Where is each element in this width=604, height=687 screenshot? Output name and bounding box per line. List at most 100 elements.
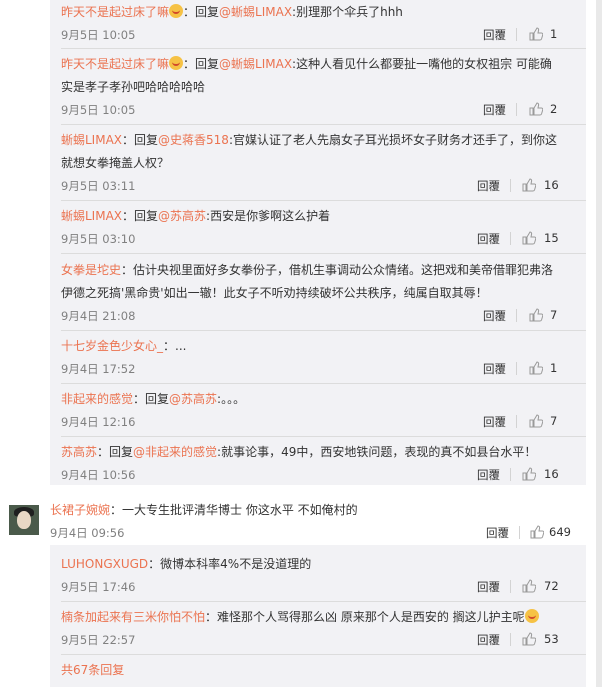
thumbs-up-icon[interactable] (529, 308, 543, 322)
comment-text: 非起来的感觉：回复@苏高苏:。。。 (61, 392, 246, 406)
username-link[interactable]: 蜥蜴LIMAX (61, 209, 122, 223)
like-count: 15 (544, 231, 559, 245)
username-link[interactable]: 长裙子婉婉 (50, 503, 110, 517)
avatar-image-face (17, 511, 31, 529)
like-count: 2 (550, 102, 558, 116)
comment-text: 十七岁金色少女心_：... (61, 339, 187, 353)
username-link[interactable]: LUHONGXUGD (61, 557, 148, 571)
comment-text-line2: 就想女拳掩盖人权？ (61, 156, 170, 170)
thumbs-up-icon[interactable] (522, 178, 536, 192)
like-count: 16 (544, 178, 559, 192)
like-count: 16 (544, 467, 559, 481)
comment-divider (61, 124, 586, 125)
mention-link[interactable]: @非起来的感觉 (133, 445, 217, 459)
divider (510, 633, 511, 646)
thumbs-up-icon[interactable] (522, 231, 536, 245)
divider (516, 309, 517, 322)
comment-text: 苏高苏：回复@非起来的感觉:就事论事，49中，西安地铁问题，表现的真不如县台水平… (61, 445, 537, 459)
reply-button[interactable]: 回覆 (477, 579, 500, 595)
mention-link[interactable]: @蜥蜴LIMAX (219, 5, 292, 19)
comment-divider (61, 48, 586, 49)
comment-divider (61, 200, 586, 201)
thumbs-up-icon[interactable] (522, 579, 536, 593)
comment-thread: 昨天不是起过床了嘛 ：回复@蜥蜴LIMAX:别理那个伞兵了hhh 9月5日 10:… (0, 0, 604, 687)
comment-text: 昨天不是起过床了嘛 ：回复@蜥蜴LIMAX:别理那个伞兵了hhh (61, 4, 403, 19)
divider (516, 103, 517, 116)
username-link[interactable]: 昨天不是起过床了嘛 (61, 57, 169, 71)
main-comment-text: 长裙子婉婉：一大专生批评清华博士 你这水平 不如俺村的 (50, 503, 358, 517)
reply-button[interactable]: 回覆 (477, 632, 500, 648)
comment-text-line2: 伊德之死搞'黑命贵'如出一辙！此女子不听劝持续破坏公共秩序，纯属自取其辱！ (61, 286, 488, 300)
reply-button[interactable]: 回覆 (486, 525, 509, 541)
thumbs-up-icon[interactable] (530, 525, 544, 539)
divider (510, 179, 511, 192)
more-replies-link[interactable]: 共67条回复 (61, 661, 124, 679)
comment-text: 女拳是坨史：估计央视里面好多女拳份子，借机生事调动公众情绪。这把戏和美帝借罪犯弗… (61, 263, 554, 277)
like-count: 649 (549, 525, 571, 539)
username-link[interactable]: 楠条加起来有三米你怕不怕 (61, 610, 205, 624)
comment-text: 蜥蜴LIMAX：回复@苏高苏:西安是你爹啊这么护着 (61, 209, 331, 223)
reply-button[interactable]: 回覆 (483, 414, 506, 430)
divider (510, 468, 511, 481)
reply-button[interactable]: 回覆 (483, 308, 506, 324)
like-count: 1 (550, 27, 558, 41)
comment-divider (61, 436, 586, 437)
thumbs-up-icon[interactable] (529, 361, 543, 375)
like-count: 72 (544, 579, 559, 593)
divider (510, 232, 511, 245)
reply-button[interactable]: 回覆 (483, 361, 506, 377)
username-link[interactable]: 十七岁金色少女心_ (61, 339, 163, 353)
divider (519, 526, 520, 539)
comment-date: 9月5日 17:46 (61, 580, 136, 594)
comment-date: 9月5日 03:10 (61, 232, 136, 246)
thumbs-up-icon[interactable] (529, 102, 543, 116)
mention-link[interactable]: @苏高苏 (169, 392, 217, 406)
mention-link[interactable]: @蜥蜴LIMAX (219, 57, 292, 71)
comment-date: 9月5日 10:05 (61, 28, 136, 42)
reply-button[interactable]: 回覆 (477, 231, 500, 247)
mention-link[interactable]: @史蒋香518 (158, 133, 229, 147)
avatar[interactable] (9, 505, 39, 535)
thumbs-up-icon[interactable] (529, 414, 543, 428)
comment-date: 9月4日 10:56 (61, 468, 136, 482)
username-link[interactable]: 昨天不是起过床了嘛 (61, 5, 169, 19)
comment-date: 9月4日 21:08 (61, 309, 136, 323)
divider (510, 580, 511, 593)
comment-divider (61, 253, 586, 254)
comment-date: 9月4日 17:52 (61, 362, 136, 376)
laughing-emoji-icon (169, 56, 184, 70)
comment-divider (61, 654, 586, 655)
like-count: 7 (550, 414, 558, 428)
comment-date: 9月5日 10:05 (61, 103, 136, 117)
comment-text: LUHONGXUGD：微博本科率4%不是没道理的 (61, 557, 312, 571)
thumbs-up-icon[interactable] (522, 467, 536, 481)
divider (516, 28, 517, 41)
divider (516, 362, 517, 375)
reply-button[interactable]: 回覆 (483, 27, 506, 43)
comment-date: 9月4日 09:56 (50, 526, 125, 540)
reply-button[interactable]: 回覆 (483, 102, 506, 118)
mention-link[interactable]: @苏高苏 (158, 209, 206, 223)
comment-date: 9月5日 22:57 (61, 633, 136, 647)
username-link[interactable]: 苏高苏 (61, 445, 97, 459)
laughing-emoji-icon (524, 609, 539, 623)
reply-button[interactable]: 回覆 (477, 467, 500, 483)
comment-divider (61, 601, 586, 602)
scrollbar-thumb[interactable] (596, 0, 602, 687)
divider (516, 415, 517, 428)
comment-divider (61, 383, 586, 384)
thumbs-up-icon[interactable] (529, 27, 543, 41)
comment-date: 9月5日 03:11 (61, 179, 136, 193)
comment-text: 楠条加起来有三米你怕不怕：难怪那个人骂得那么凶 原来那个人是西安的 搁这儿护主呢 (61, 608, 539, 626)
laughing-emoji-icon (169, 4, 184, 18)
username-link[interactable]: 非起来的感觉 (61, 392, 133, 406)
username-link[interactable]: 蜥蜴LIMAX (61, 133, 122, 147)
comment-date: 9月4日 12:16 (61, 415, 136, 429)
thumbs-up-icon[interactable] (522, 632, 536, 646)
like-count: 53 (544, 632, 559, 646)
like-count: 7 (550, 308, 558, 322)
like-count: 1 (550, 361, 558, 375)
reply-button[interactable]: 回覆 (477, 178, 500, 194)
username-link[interactable]: 女拳是坨史 (61, 263, 121, 277)
comment-text: 蜥蜴LIMAX：回复@史蒋香518:官媒认证了老人先扇女子耳光损坏女子财务才还手… (61, 133, 557, 147)
